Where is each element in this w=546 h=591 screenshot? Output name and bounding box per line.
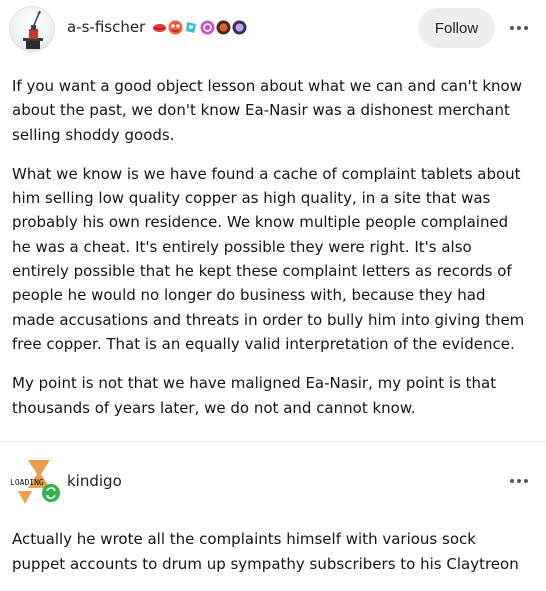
post-more-options-icon[interactable]: [508, 18, 530, 38]
post-body: If you want a good object lesson about w…: [12, 74, 536, 435]
ink-bottle-icon: [23, 10, 43, 49]
text-line: If you want a good object lesson about w…: [12, 77, 522, 95]
text-line: people he would no longer do business wi…: [12, 286, 486, 305]
reblogger-username[interactable]: kindigo: [67, 472, 122, 490]
lips-badge-icon[interactable]: [152, 19, 167, 35]
text-line: My point is not that we have maligned Ea…: [12, 374, 497, 393]
post-paragraph: If you want a good object lesson about w…: [12, 74, 536, 147]
post-header: a-s-fischer Follow: [0, 0, 546, 58]
follow-button[interactable]: Follow: [418, 8, 495, 48]
text-line: about the past, we don't know Ea-Nasir w…: [12, 101, 510, 120]
author-username[interactable]: a-s-fischer: [67, 18, 145, 36]
user-badges[interactable]: [152, 19, 247, 35]
reblog-header: LOADING kindigo: [0, 455, 546, 507]
post-paragraph: What we know is we have found a cache of…: [12, 162, 536, 356]
reblog-more-options-icon[interactable]: [508, 471, 530, 491]
text-line: What we know is we have found a cache of…: [12, 164, 521, 183]
reblog-divider: [0, 441, 546, 442]
cyan-sparkle-badge-icon[interactable]: [184, 20, 199, 35]
loading-hourglass-icon: LOADING: [10, 457, 62, 507]
text-line: probably his own residence. We know mult…: [12, 213, 509, 232]
reblogger-avatar[interactable]: LOADING: [10, 457, 62, 507]
author-avatar[interactable]: [9, 6, 55, 52]
text-line: free copper. That is an equally valid in…: [12, 334, 515, 353]
text-line: made accusations and threats in order to…: [12, 310, 525, 329]
avatar-text: LOADING: [10, 478, 44, 487]
reblog-body: Actually he wrote all the complaints him…: [12, 527, 536, 577]
text-line: entirely possible that he kept these com…: [12, 262, 512, 281]
text-line: thousands of years later, we do not and …: [12, 398, 416, 417]
pink-swirl-badge-icon[interactable]: [200, 20, 215, 35]
text-line: he was a cheat. It's entirely possible t…: [12, 237, 472, 256]
post-paragraph: My point is not that we have maligned Ea…: [12, 371, 536, 420]
text-line: puppet accounts to drum up sympathy subs…: [12, 555, 519, 573]
text-line: him selling low quality copper as high q…: [12, 189, 491, 208]
text-line: Actually he wrote all the complaints him…: [12, 530, 476, 548]
purple-moon-badge-icon[interactable]: [232, 20, 247, 35]
text-line: selling shoddy goods.: [12, 125, 175, 144]
heart-eyes-badge-icon[interactable]: [168, 20, 183, 35]
dark-orange-badge-icon[interactable]: [216, 20, 231, 35]
